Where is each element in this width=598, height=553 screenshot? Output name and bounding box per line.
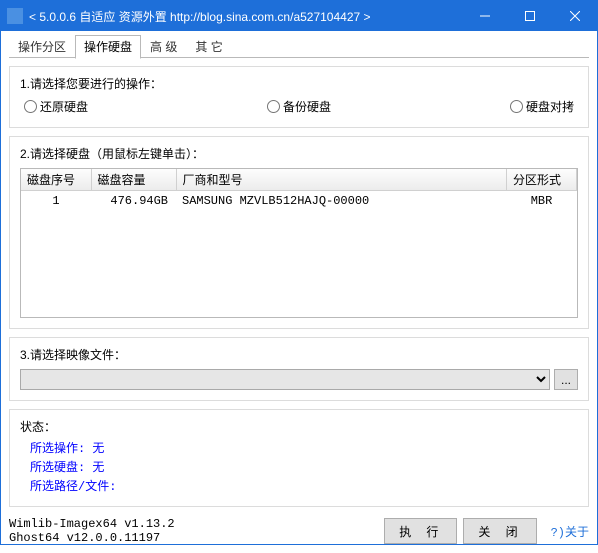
disk-label: 2.请选择硬盘（用鼠标左键单击）： [20, 145, 578, 162]
col-seq[interactable]: 磁盘序号 [21, 169, 91, 191]
status-op: 所选操作: 无 [30, 439, 578, 456]
titlebar: < 5.0.0.6 自适应 资源外置 http://blog.sina.com.… [1, 1, 597, 31]
footer: Wimlib-Imagex64 v1.13.2 Ghost64 v12.0.0.… [9, 517, 589, 545]
image-file-row: ... [20, 369, 578, 390]
status-panel: 状态： 所选操作: 无 所选硬盘: 无 所选路径/文件: [9, 409, 589, 507]
client-area: 操作分区 操作硬盘 高 级 其 它 1.请选择您要进行的操作： 还原硬盘 备份硬… [1, 31, 597, 553]
col-cap[interactable]: 磁盘容量 [91, 169, 176, 191]
window-controls [462, 1, 597, 31]
tab-strip: 操作分区 操作硬盘 高 级 其 它 [9, 36, 589, 58]
disk-table-wrap: 磁盘序号 磁盘容量 厂商和型号 分区形式 1 476.94GB SAMSUNG … [20, 168, 578, 318]
radio-clone-input[interactable] [510, 100, 523, 113]
col-part[interactable]: 分区形式 [507, 169, 577, 191]
close-app-button[interactable]: 关 闭 [463, 518, 536, 544]
table-header: 磁盘序号 磁盘容量 厂商和型号 分区形式 [21, 169, 577, 191]
image-panel: 3.请选择映像文件： ... [9, 337, 589, 401]
version-wimlib: Wimlib-Imagex64 v1.13.2 [9, 517, 384, 531]
status-disk: 所选硬盘: 无 [30, 458, 578, 475]
table-row[interactable]: 1 476.94GB SAMSUNG MZVLB512HAJQ-00000 MB… [21, 191, 577, 212]
status-title: 状态： [20, 418, 578, 435]
close-button[interactable] [552, 1, 597, 31]
cell-part: MBR [507, 191, 577, 212]
operation-radios: 还原硬盘 备份硬盘 硬盘对拷 [20, 98, 578, 117]
radio-backup-input[interactable] [267, 100, 280, 113]
radio-restore[interactable]: 还原硬盘 [24, 98, 88, 115]
tab-other[interactable]: 其 它 [186, 35, 231, 58]
radio-backup[interactable]: 备份硬盘 [267, 98, 331, 115]
app-icon [7, 8, 23, 24]
version-ghost: Ghost64 v12.0.0.11197 [9, 531, 384, 545]
cell-seq: 1 [21, 191, 91, 212]
cell-cap: 476.94GB [91, 191, 176, 212]
col-vendor[interactable]: 厂商和型号 [176, 169, 507, 191]
execute-button[interactable]: 执 行 [384, 518, 457, 544]
status-path: 所选路径/文件: [30, 477, 578, 494]
about-link[interactable]: ?)关于 [551, 523, 589, 540]
radio-clone[interactable]: 硬盘对拷 [510, 98, 574, 115]
tab-advanced[interactable]: 高 级 [141, 35, 186, 58]
footer-buttons: 执 行 关 闭 ?)关于 [384, 518, 589, 544]
tab-partition[interactable]: 操作分区 [9, 35, 75, 58]
operation-label: 1.请选择您要进行的操作： [20, 75, 578, 92]
tab-disk[interactable]: 操作硬盘 [75, 35, 141, 59]
window-title: < 5.0.0.6 自适应 资源外置 http://blog.sina.com.… [29, 8, 462, 25]
disk-panel: 2.请选择硬盘（用鼠标左键单击）： 磁盘序号 磁盘容量 厂商和型号 分区形式 1 [9, 136, 589, 329]
browse-button[interactable]: ... [554, 369, 578, 390]
app-window: < 5.0.0.6 自适应 资源外置 http://blog.sina.com.… [0, 0, 598, 545]
maximize-button[interactable] [507, 1, 552, 31]
cell-vendor: SAMSUNG MZVLB512HAJQ-00000 [176, 191, 507, 212]
image-file-select[interactable] [20, 369, 550, 390]
minimize-button[interactable] [462, 1, 507, 31]
disk-table: 磁盘序号 磁盘容量 厂商和型号 分区形式 1 476.94GB SAMSUNG … [21, 169, 577, 211]
radio-restore-input[interactable] [24, 100, 37, 113]
operation-panel: 1.请选择您要进行的操作： 还原硬盘 备份硬盘 硬盘对拷 [9, 66, 589, 128]
footer-version: Wimlib-Imagex64 v1.13.2 Ghost64 v12.0.0.… [9, 517, 384, 545]
image-label: 3.请选择映像文件： [20, 346, 578, 363]
